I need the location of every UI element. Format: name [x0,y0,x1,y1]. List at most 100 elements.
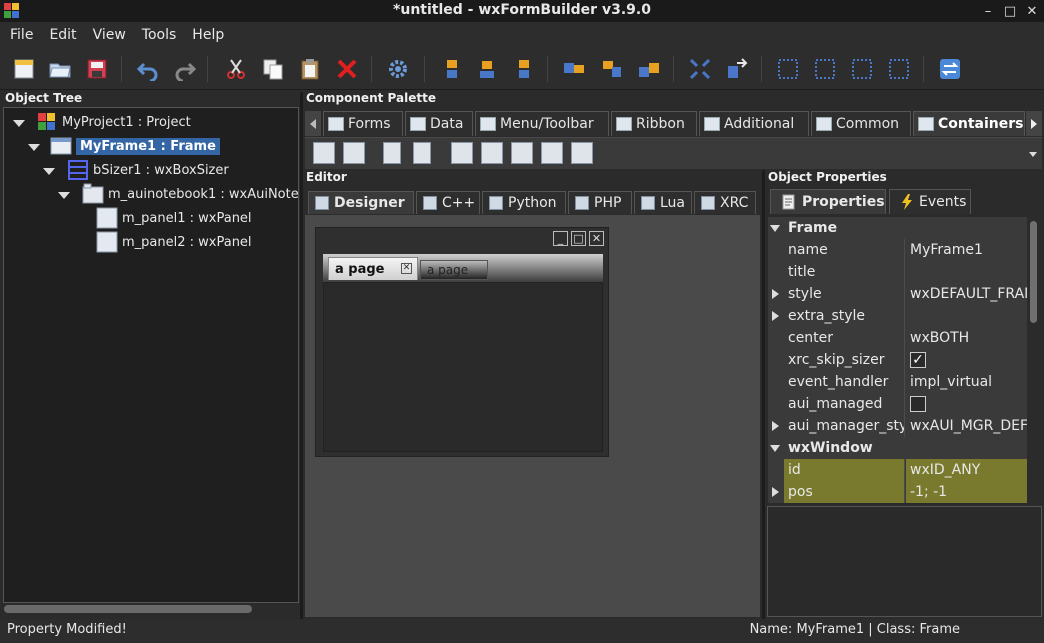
scroll-right-icon[interactable] [1026,111,1042,136]
expand-arrow-icon[interactable] [772,487,779,497]
tab-lua[interactable]: Lua [634,191,692,214]
property-pos[interactable]: pos -1; -1 [768,481,1027,503]
collapse-arrow-icon[interactable] [770,445,780,452]
tab-additional[interactable]: Additional [699,111,809,136]
expand-arrow-icon[interactable] [772,421,779,431]
property-id[interactable]: id wxID_ANY [768,459,1027,481]
close-button[interactable]: ✕ [1024,3,1040,19]
tab-python[interactable]: Python [482,191,566,214]
cut-icon[interactable] [223,56,249,82]
collapse-arrow-icon[interactable] [770,225,780,232]
menu-edit[interactable]: Edit [41,27,84,43]
property-extra-style[interactable]: extra_style [768,305,1027,327]
aui-managed-checkbox[interactable] [910,396,926,412]
tab-properties[interactable]: Properties [770,189,886,214]
delete-icon[interactable] [334,56,360,82]
maximize-button[interactable]: □ [1002,3,1018,19]
tab-close-icon[interactable]: ✕ [401,263,412,274]
tab-ribbon[interactable]: Ribbon [611,111,697,136]
tree-item-panel2[interactable]: m_panel2 : wxPanel [96,231,252,253]
tab-menu-toolbar[interactable]: Menu/Toolbar [475,111,609,136]
tree-horizontal-scrollbar[interactable] [4,605,252,613]
tree-item-project[interactable]: MyProject1 : Project [36,111,191,133]
swap-icon[interactable] [937,56,963,82]
property-name[interactable]: name MyFrame1 [768,239,1027,261]
tab-data[interactable]: Data [405,111,473,136]
notebook-tab-page1[interactable]: a page ✕ [328,257,418,280]
border-left-icon[interactable] [775,56,801,82]
property-aui-manager-style[interactable]: aui_manager_styl wxAUI_MGR_DEFA [768,415,1027,437]
menu-view[interactable]: View [85,27,134,43]
frame-preview[interactable]: _ □ ✕ a page ✕ a page [315,227,609,457]
tab-containers[interactable]: Containers [913,111,1025,136]
expand-arrow-icon[interactable] [58,192,70,199]
expand-icon[interactable] [687,56,713,82]
property-title[interactable]: title [768,261,1027,283]
minimize-button[interactable]: – [980,3,996,19]
align-right-icon[interactable] [510,56,536,82]
new-file-icon[interactable] [11,56,37,82]
align-bottom-icon[interactable] [636,56,662,82]
tree-item-panel1[interactable]: m_panel1 : wxPanel [96,207,252,229]
tab-forms[interactable]: Forms [323,111,403,136]
palette-more-icon[interactable] [1029,152,1037,157]
property-style[interactable]: style wxDEFAULT_FRAM [768,283,1027,305]
properties-vertical-scrollbar[interactable] [1030,221,1037,323]
right-splitter[interactable] [762,170,765,619]
scroll-left-icon[interactable] [305,111,321,136]
choicebook-component-icon[interactable] [541,142,563,164]
tab-php[interactable]: PHP [568,191,632,214]
align-center-v-icon[interactable] [599,56,625,82]
align-center-h-icon[interactable] [474,56,500,82]
category-frame[interactable]: Frame [768,217,1027,239]
panel-component-icon[interactable] [313,142,335,164]
notebook-component-icon[interactable] [451,142,473,164]
frame-preview-titlebar: _ □ ✕ [316,228,608,250]
tab-designer[interactable]: Designer [308,191,414,214]
menu-file[interactable]: File [2,27,41,43]
copy-icon[interactable] [260,56,286,82]
palette-components [305,137,1042,169]
property-xrc-skip-sizer[interactable]: xrc_skip_sizer ✓ [768,349,1027,371]
redo-icon[interactable] [172,56,198,82]
lua-icon [641,196,655,210]
stretch-icon[interactable] [724,56,750,82]
left-splitter[interactable] [300,92,303,619]
border-top-icon[interactable] [849,56,875,82]
tab-common[interactable]: Common [811,111,911,136]
expand-arrow-icon[interactable] [28,144,40,151]
category-wxwindow[interactable]: wxWindow [768,437,1027,459]
align-left-icon[interactable] [439,56,465,82]
xrc-skip-sizer-checkbox[interactable]: ✓ [910,352,926,368]
splitter-h-component-icon[interactable] [413,142,431,164]
simplebook-component-icon[interactable] [571,142,593,164]
save-icon[interactable] [84,56,110,82]
border-right-icon[interactable] [812,56,838,82]
paste-icon[interactable] [297,56,323,82]
tab-cpp[interactable]: C++ [416,191,480,214]
tab-events[interactable]: Events [889,189,971,214]
undo-icon[interactable] [135,56,161,82]
tree-item-frame[interactable]: MyFrame1 : Frame [50,135,220,157]
property-center[interactable]: center wxBOTH [768,327,1027,349]
property-aui-managed[interactable]: aui_managed [768,393,1027,415]
listbook-component-icon[interactable] [511,142,533,164]
menu-help[interactable]: Help [184,27,232,43]
auinotebook-component-icon[interactable] [481,142,503,164]
splitter-v-component-icon[interactable] [383,142,401,164]
expand-arrow-icon[interactable] [772,311,779,321]
expand-arrow-icon[interactable] [772,289,779,299]
generate-code-icon[interactable] [385,56,411,82]
expand-arrow-icon[interactable] [13,120,25,127]
menu-tools[interactable]: Tools [134,27,185,43]
border-bottom-icon[interactable] [886,56,912,82]
staticbox-component-icon[interactable] [343,142,365,164]
property-event-handler[interactable]: event_handler impl_virtual [768,371,1027,393]
open-folder-icon[interactable] [47,56,73,82]
notebook-tab-page2[interactable]: a page [420,260,488,280]
align-top-icon[interactable] [561,56,587,82]
expand-arrow-icon[interactable] [43,168,55,175]
tree-item-boxsizer[interactable]: bSizer1 : wxBoxSizer [67,159,229,181]
tree-item-auinotebook[interactable]: m_auinotebook1 : wxAuiNote [82,183,298,205]
tab-xrc[interactable]: XRC [694,191,756,214]
